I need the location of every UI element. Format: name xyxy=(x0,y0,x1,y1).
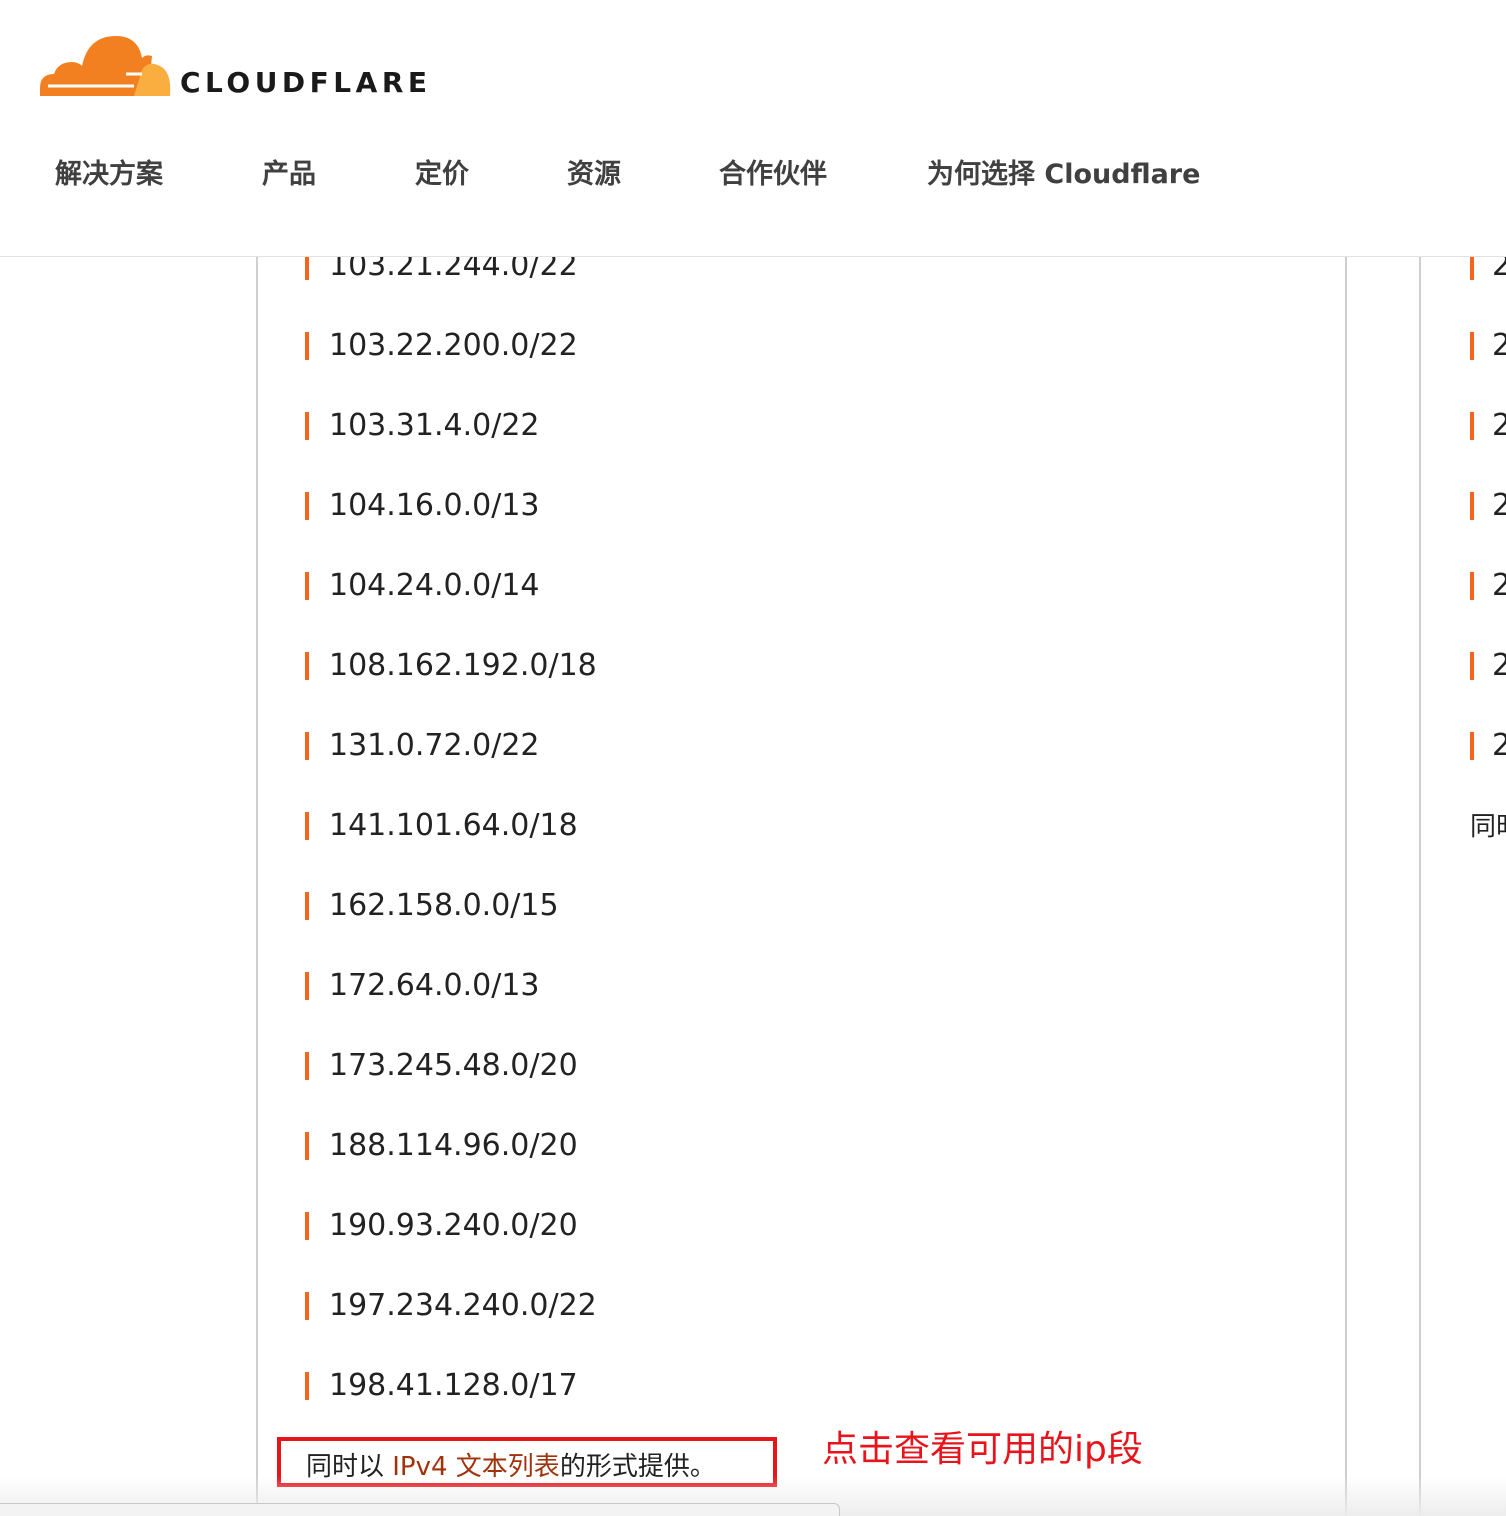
ip-range-text: 188.114.96.0/20 xyxy=(329,1128,578,1163)
list-bullet-bar xyxy=(1470,412,1474,440)
nav-item-pricing[interactable]: 定价 xyxy=(415,152,469,191)
ip-range-text: 131.0.72.0/22 xyxy=(329,728,540,763)
ip-range-text: 2 xyxy=(1492,568,1506,603)
ip-range-text: 2 xyxy=(1492,648,1506,683)
cloudflare-logo[interactable]: CLOUDFLARE xyxy=(38,36,458,106)
ip-range-text: 103.31.4.0/22 xyxy=(329,408,540,443)
ip-range-text: 173.245.48.0/20 xyxy=(329,1048,578,1083)
list-bullet-bar xyxy=(305,1292,309,1320)
annotation-text: 点击查看可用的ip段 xyxy=(822,1429,1143,1470)
ip-range-text: 2 xyxy=(1492,728,1506,763)
list-bullet-bar xyxy=(305,652,309,680)
list-bullet-bar xyxy=(1470,652,1474,680)
list-bullet-bar xyxy=(305,1372,309,1400)
ip-range-text: 197.234.240.0/22 xyxy=(329,1288,597,1323)
list-bullet-bar xyxy=(305,892,309,920)
ip-range-text: 141.101.64.0/18 xyxy=(329,808,578,843)
list-bullet-bar xyxy=(305,332,309,360)
nav-item-why-cloudflare[interactable]: 为何选择 Cloudflare xyxy=(927,152,1200,191)
ip-range-text: 172.64.0.0/13 xyxy=(329,968,540,1003)
ip-range-text: 162.158.0.0/15 xyxy=(329,888,559,923)
list-bullet-bar xyxy=(305,492,309,520)
ip-range-text: 190.93.240.0/20 xyxy=(329,1208,578,1243)
list-bullet-bar xyxy=(305,1052,309,1080)
column-divider xyxy=(256,257,258,1516)
ip-range-text: 198.41.128.0/17 xyxy=(329,1368,578,1403)
ip-range-text: 2 xyxy=(1492,328,1506,363)
list-bullet-bar xyxy=(1470,332,1474,360)
list-bullet-bar xyxy=(305,572,309,600)
ip-range-text: 104.24.0.0/14 xyxy=(329,568,540,603)
list-bullet-bar xyxy=(1470,732,1474,760)
list-bullet-bar xyxy=(1470,492,1474,520)
nav-item-partners[interactable]: 合作伙伴 xyxy=(719,152,827,191)
nav-item-resources[interactable]: 资源 xyxy=(567,152,621,191)
list-bullet-bar xyxy=(305,812,309,840)
ipv6-note-partial: 同时 xyxy=(1470,811,1506,841)
brand-name: CLOUDFLARE xyxy=(180,66,432,99)
column-divider xyxy=(1419,257,1421,1516)
list-bullet-bar xyxy=(305,412,309,440)
ip-range-text: 108.162.192.0/18 xyxy=(329,648,597,683)
nav-item-solutions[interactable]: 解决方案 xyxy=(55,152,163,191)
ip-range-text: 2 xyxy=(1492,408,1506,443)
ip-range-text: 2 xyxy=(1492,488,1506,523)
list-bullet-bar xyxy=(305,732,309,760)
column-divider xyxy=(1345,257,1347,1516)
list-bullet-bar xyxy=(305,972,309,1000)
list-bullet-bar xyxy=(1470,572,1474,600)
nav-item-products[interactable]: 产品 xyxy=(262,152,316,191)
site-header: CLOUDFLARE 解决方案 产品 定价 资源 合作伙伴 为何选择 Cloud… xyxy=(0,0,1506,257)
cloud-logo-icon xyxy=(40,36,171,96)
browser-status-bar xyxy=(0,1503,840,1516)
ip-range-text: 104.16.0.0/13 xyxy=(329,488,540,523)
ip-range-text: 103.22.200.0/22 xyxy=(329,328,578,363)
list-bullet-bar xyxy=(305,1132,309,1160)
list-bullet-bar xyxy=(305,1212,309,1240)
